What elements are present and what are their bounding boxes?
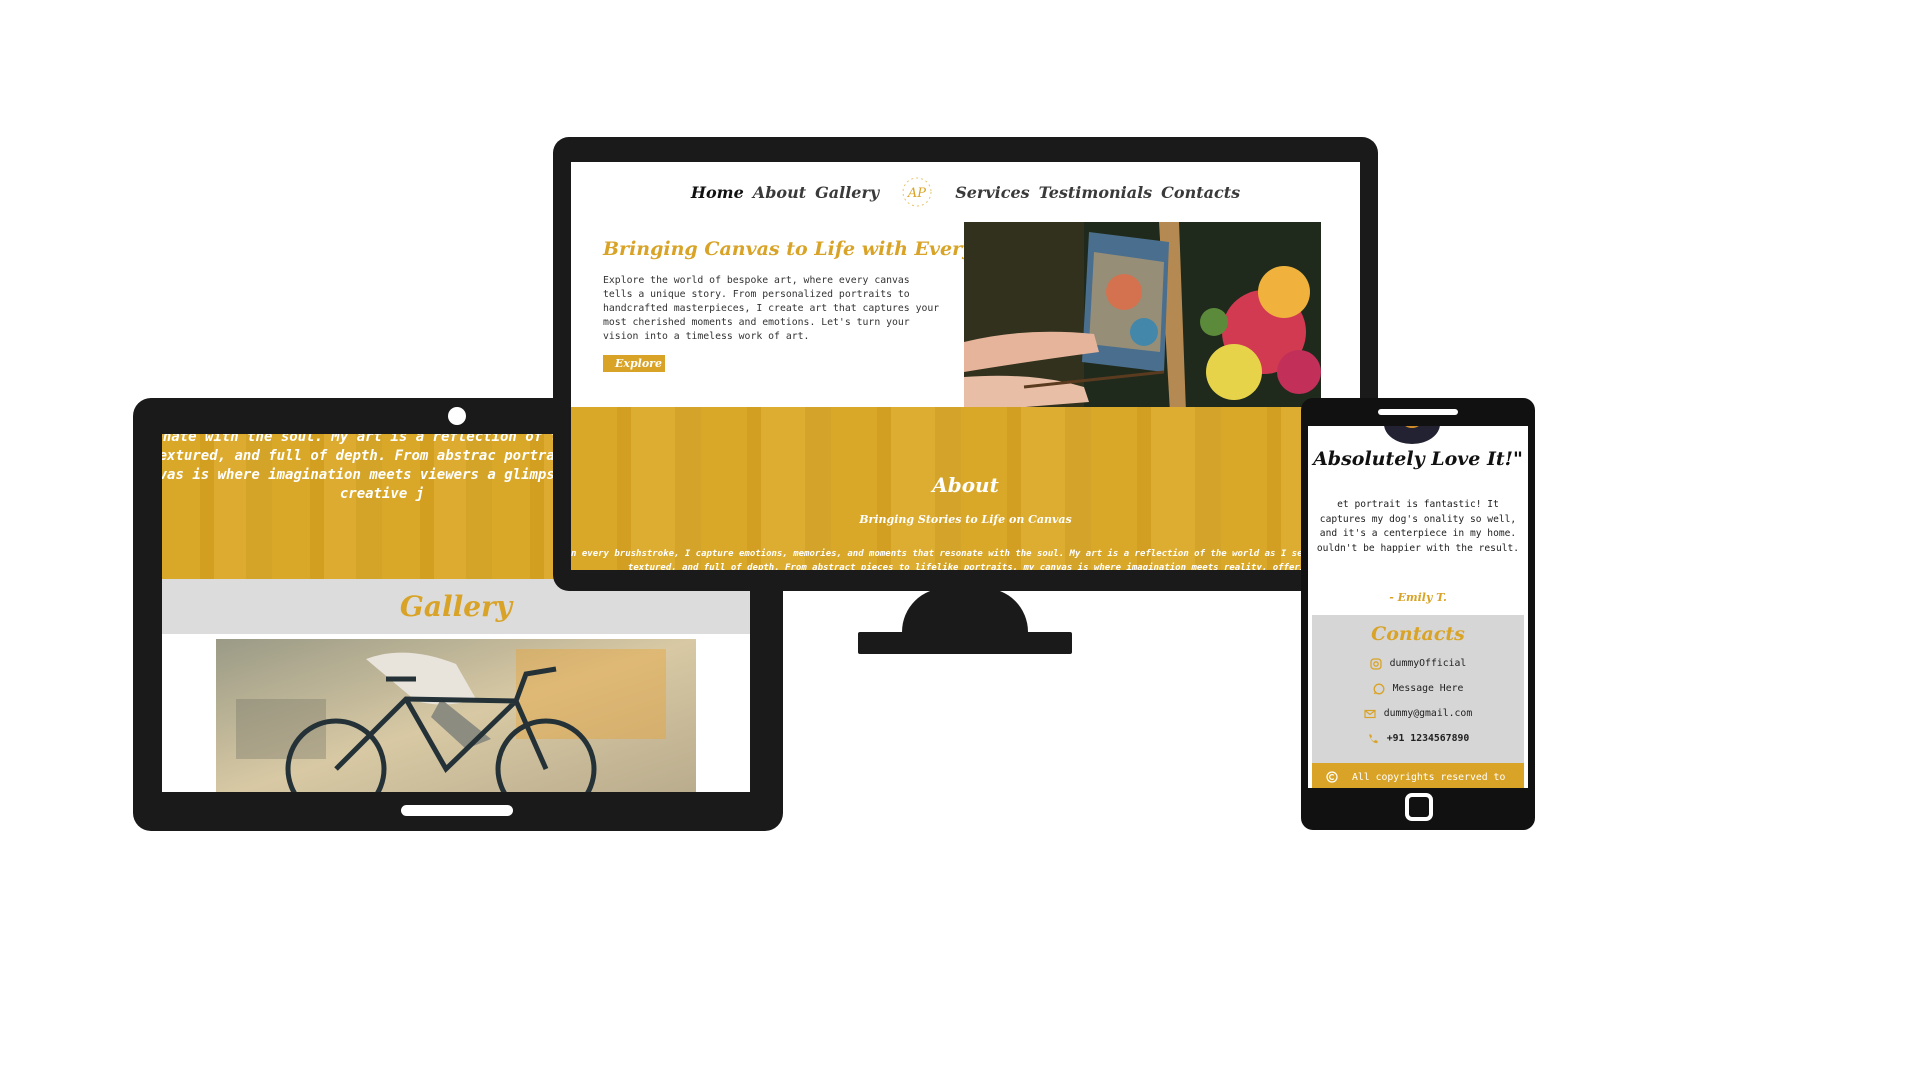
- nav-gallery[interactable]: Gallery: [815, 183, 879, 202]
- instagram-icon: [1370, 657, 1382, 670]
- about-section: About Bringing Stories to Life on Canvas…: [571, 407, 1360, 570]
- tablet-home-bar: [401, 805, 513, 816]
- gallery-title: Gallery: [399, 590, 513, 623]
- footer-text: All copyrights reserved to: [1352, 771, 1506, 783]
- brand-logo-text: AP: [907, 186, 926, 201]
- gallery-image-bicycle[interactable]: [216, 639, 696, 792]
- phone-home-button: [1405, 793, 1433, 821]
- about-title: About: [932, 473, 999, 497]
- contact-row-phone[interactable]: +91 1234567890: [1312, 726, 1524, 751]
- brand-logo[interactable]: AP: [898, 176, 936, 208]
- contact-instagram-label: dummyOfficial: [1389, 658, 1467, 669]
- about-subtitle: Bringing Stories to Life on Canvas: [859, 513, 1072, 526]
- nav-contacts[interactable]: Contacts: [1161, 183, 1240, 202]
- testimonial-text: et portrait is fantastic! It captures my…: [1316, 499, 1520, 554]
- about-text: n every brushstroke, I capture emotions,…: [571, 549, 1360, 570]
- nav-about[interactable]: About: [753, 183, 806, 202]
- explore-button[interactable]: Explore: [603, 355, 665, 372]
- whatsapp-icon: [1373, 683, 1385, 694]
- testimonial-quote: Absolutely Love It!": [1313, 448, 1523, 470]
- nav-testimonials[interactable]: Testimonials: [1039, 183, 1153, 202]
- main-nav: Home About Gallery AP Services Testimoni…: [571, 176, 1360, 208]
- footer-bar: All copyrights reserved to: [1312, 763, 1524, 788]
- phone-screen: Absolutely Love It!" et portrait is fant…: [1308, 426, 1528, 788]
- monitor-screen: Home About Gallery AP Services Testimoni…: [571, 162, 1360, 570]
- phone-device: Absolutely Love It!" et portrait is fant…: [1301, 398, 1535, 830]
- contacts-title: Contacts: [1371, 623, 1465, 645]
- nav-home[interactable]: Home: [691, 183, 744, 202]
- contact-mail-label: dummy@gmail.com: [1383, 708, 1473, 719]
- mail-icon: [1364, 709, 1376, 718]
- monitor-stand-base: [858, 632, 1072, 654]
- hero-text: Explore the world of bespoke art, where …: [603, 275, 940, 342]
- monitor-stand-neck: [902, 588, 1028, 632]
- testimonial-author: - Emily T.: [1389, 591, 1447, 604]
- hero-image-painting: [964, 222, 1321, 412]
- monitor-device: Home About Gallery AP Services Testimoni…: [553, 137, 1378, 591]
- contact-row-mail[interactable]: dummy@gmail.com: [1312, 701, 1524, 726]
- hero-section: Bringing Canvas to Life with Every Strok…: [603, 238, 1051, 372]
- contacts-section: Contacts dummyOfficial Message Here dumm…: [1312, 615, 1524, 763]
- contact-whatsapp-label: Message Here: [1392, 683, 1464, 694]
- phone-speaker: [1378, 409, 1458, 415]
- copyright-icon: [1326, 771, 1338, 783]
- hero-title: Bringing Canvas to Life with Every Strok…: [603, 238, 1051, 260]
- contact-row-whatsapp[interactable]: Message Here: [1312, 676, 1524, 701]
- tablet-camera: [448, 407, 466, 425]
- testimonial-avatar: [1384, 426, 1440, 444]
- contact-row-instagram[interactable]: dummyOfficial: [1312, 651, 1524, 676]
- contact-phone-label: +91 1234567890: [1386, 733, 1470, 744]
- phone-icon: [1368, 734, 1378, 743]
- nav-services[interactable]: Services: [955, 183, 1029, 202]
